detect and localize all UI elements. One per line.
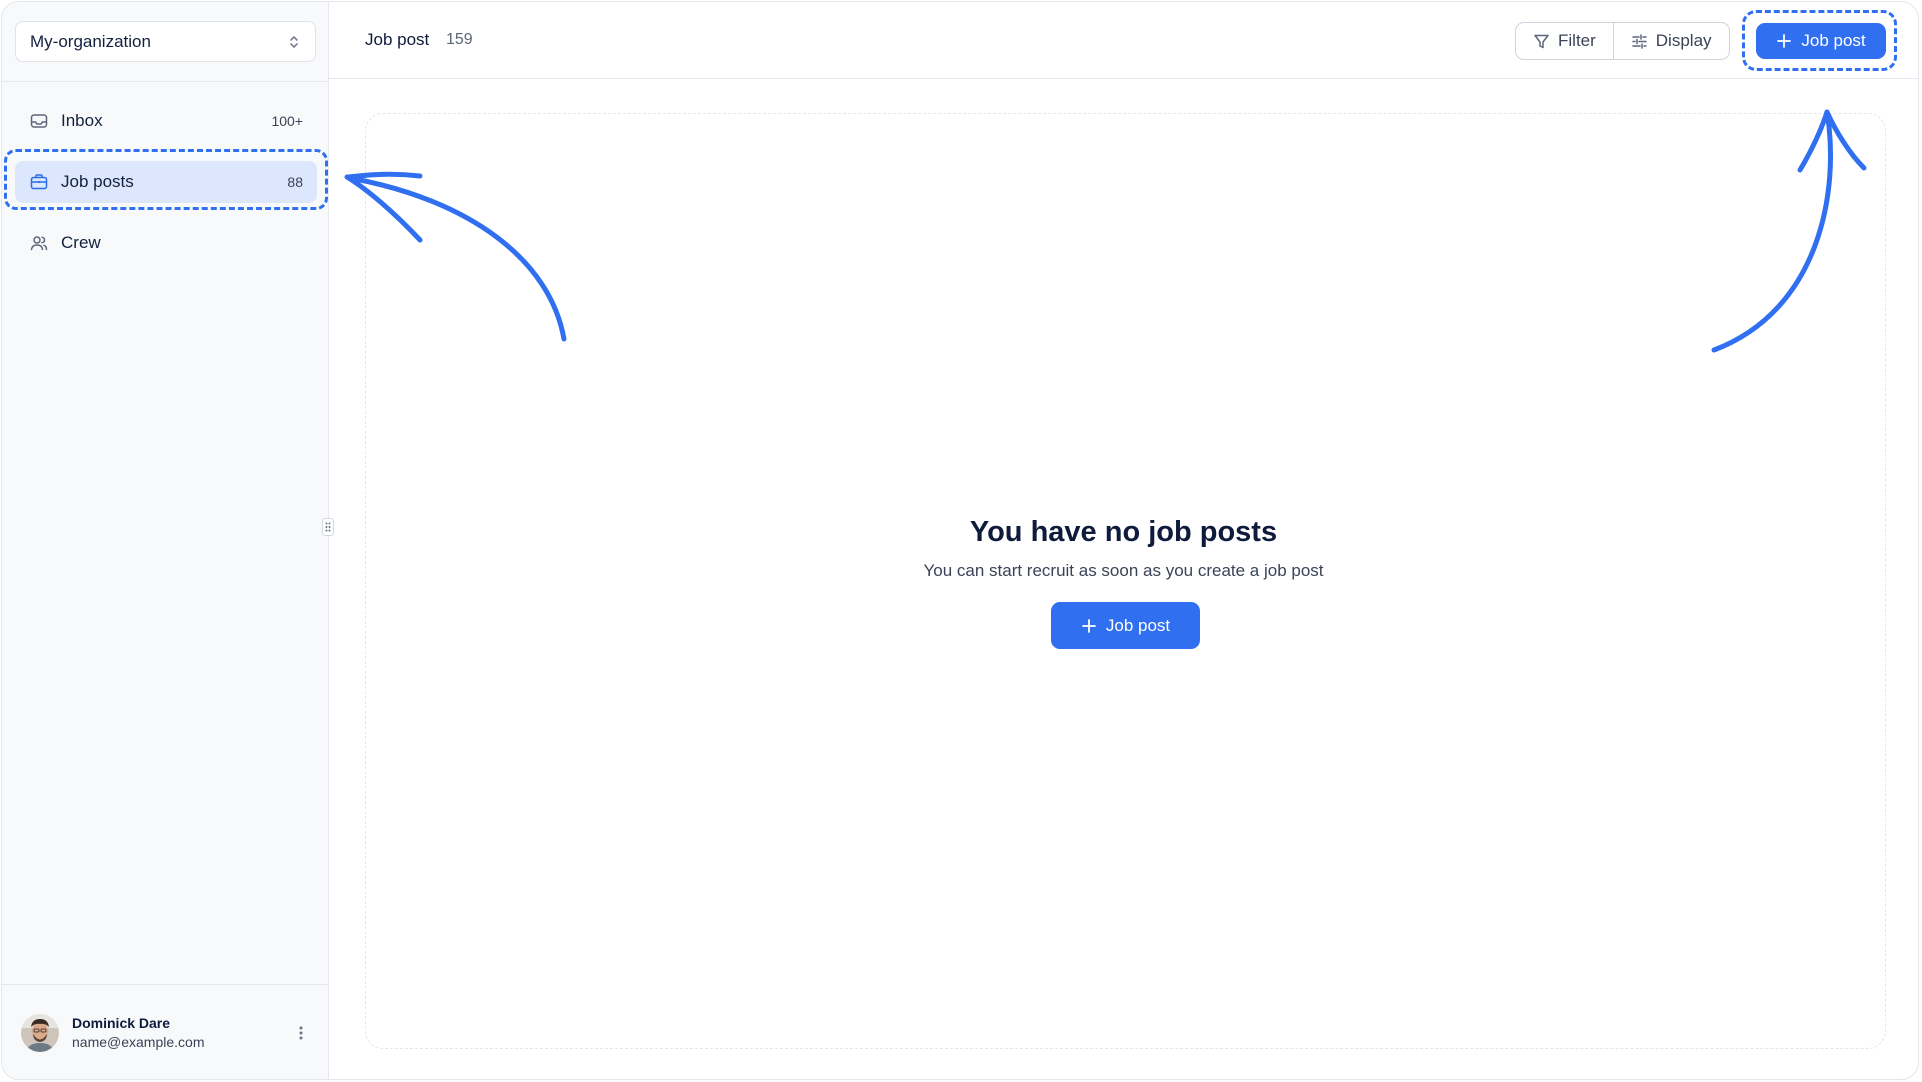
- user-profile[interactable]: Dominick Dare name@example.com: [21, 1013, 311, 1053]
- sidebar-item-inbox[interactable]: Inbox 100+: [15, 100, 317, 142]
- users-icon: [29, 233, 49, 253]
- sliders-icon: [1631, 33, 1648, 50]
- sidebar-item-label: Job posts: [61, 172, 134, 191]
- sidebar-nav: Inbox 100+ Job posts 88 Crew: [15, 100, 317, 283]
- main-content: Job post 159 Filter Display Job post You…: [329, 2, 1918, 1079]
- organization-select-value: My-organization: [30, 31, 151, 51]
- page-count: 159: [446, 31, 473, 48]
- app-window: My-organization Inbox 100+ Job posts 88 …: [1, 1, 1919, 1080]
- filter-icon: [1533, 33, 1550, 50]
- avatar: [21, 1014, 59, 1052]
- plus-icon: [1776, 33, 1792, 49]
- filter-button[interactable]: Filter: [1516, 23, 1613, 59]
- add-job-post-label: Job post: [1801, 31, 1866, 50]
- empty-state-subtitle: You can start recruit as soon as you cre…: [923, 561, 1324, 580]
- sidebar-item-crew[interactable]: Crew: [15, 222, 317, 264]
- sidebar-item-count: 100+: [271, 113, 303, 129]
- page-title: Job post: [365, 30, 430, 49]
- add-job-post-button[interactable]: Job post: [1756, 23, 1886, 59]
- plus-icon: [1081, 618, 1097, 634]
- view-controls: Filter Display: [1515, 22, 1730, 60]
- filter-label: Filter: [1558, 31, 1596, 50]
- sidebar-item-label: Inbox: [61, 111, 103, 130]
- create-job-post-label: Job post: [1105, 615, 1171, 635]
- user-name: Dominick Dare: [72, 1015, 171, 1031]
- display-label: Display: [1655, 31, 1712, 50]
- empty-state-area: [365, 113, 1886, 1049]
- top-bar: Job post 159 Filter Display Job post: [329, 2, 1918, 79]
- more-vertical-icon[interactable]: [291, 1023, 311, 1043]
- user-info: Dominick Dare name@example.com: [72, 1014, 291, 1052]
- display-button[interactable]: Display: [1614, 23, 1729, 59]
- create-job-post-button[interactable]: Job post: [1051, 602, 1200, 649]
- briefcase-icon: [29, 172, 49, 192]
- sidebar-item-count: 88: [287, 174, 303, 190]
- organization-select[interactable]: My-organization: [15, 21, 316, 62]
- inbox-icon: [29, 111, 49, 131]
- sidebar: My-organization Inbox 100+ Job posts 88 …: [2, 2, 329, 1079]
- sidebar-item-job-posts[interactable]: Job posts 88: [15, 161, 317, 203]
- chevron-up-down-icon: [287, 33, 301, 51]
- empty-state-title: You have no job posts: [969, 516, 1278, 548]
- sidebar-footer-divider: [2, 984, 328, 985]
- sidebar-divider: [2, 81, 328, 82]
- sidebar-item-label: Crew: [61, 233, 101, 252]
- user-email: name@example.com: [72, 1034, 205, 1050]
